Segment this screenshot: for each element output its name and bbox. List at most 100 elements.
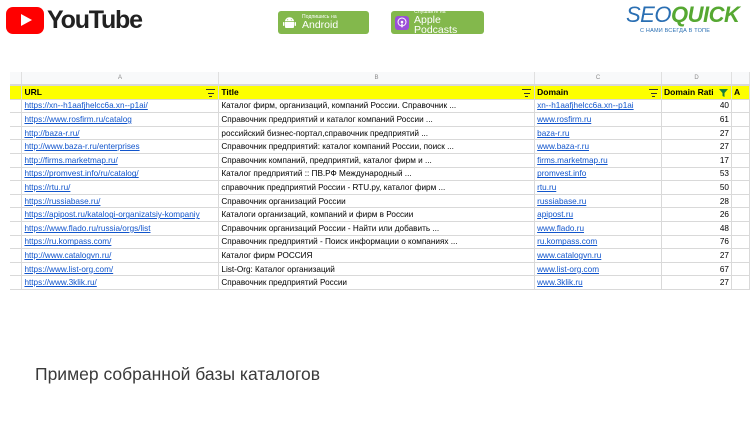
filter-icon[interactable] [522, 89, 532, 97]
column-letter-a[interactable]: A [22, 72, 219, 84]
url-link[interactable]: http://www.baza-r.ru/enterprises [21, 139, 220, 154]
domain-rating-cell[interactable]: 40 [661, 98, 732, 114]
table-row: https://promvest.info/ru/catalog/Каталог… [10, 166, 750, 182]
extra-cell[interactable] [730, 152, 750, 168]
column-letter-d[interactable]: D [662, 72, 732, 84]
title-cell[interactable]: Каталог фирм РОССИЯ [218, 248, 536, 263]
header-next-column[interactable]: A [730, 85, 750, 100]
url-link[interactable]: https://www.3klik.ru/ [21, 275, 220, 290]
title-cell[interactable]: Справочник предприятий и каталог компани… [218, 112, 536, 127]
header-domain-rating[interactable]: Domain Rati [661, 85, 732, 100]
domain-rating-cell[interactable]: 50 [661, 180, 732, 195]
url-link[interactable]: https://russiabase.ru/ [21, 193, 220, 209]
title-cell[interactable]: Каталог фирм, организаций, компаний Росс… [218, 98, 536, 114]
domain-link[interactable]: ru.kompass.com [534, 234, 663, 250]
domain-link[interactable]: xn--h1aafjhelcc6a.xn--p1ai [534, 98, 663, 114]
extra-cell[interactable] [730, 261, 750, 277]
seoquick-logo-part1: SEO [626, 2, 671, 27]
extra-cell[interactable] [730, 193, 750, 209]
domain-rating-cell[interactable]: 28 [661, 193, 732, 209]
catalog-table: URL Title Domain Domain Rati A https://x… [10, 85, 750, 290]
table-body: https://xn--h1aafjhelcc6a.xn--p1ai/Катал… [10, 98, 750, 290]
url-link[interactable]: https://www.flado.ru/russia/orgs/list [21, 220, 220, 236]
domain-link[interactable]: www.catalogvn.ru [534, 248, 663, 263]
title-cell[interactable]: List-Org: Каталог организаций [218, 261, 536, 277]
extra-cell[interactable] [730, 180, 750, 195]
title-cell[interactable]: справочник предприятий России - RTU.ру, … [218, 180, 536, 195]
header-url[interactable]: URL [21, 85, 220, 100]
header-title-label: Title [221, 87, 239, 98]
title-cell[interactable]: Справочник предприятий - Поиск информаци… [218, 234, 536, 250]
filter-active-icon[interactable] [718, 89, 728, 97]
domain-link[interactable]: www.3klik.ru [534, 275, 663, 290]
youtube-logo[interactable]: YouTube [6, 6, 143, 35]
header-domain-rating-label: Domain Rati [664, 87, 714, 98]
seoquick-logo[interactable]: SEOQUICK С НАМИ ВСЕГДА В ТОПЕ [626, 2, 746, 35]
url-link[interactable]: https://www.rosfirm.ru/catalog [21, 112, 220, 127]
table-row: http://www.catalogvn.ru/Каталог фирм РОС… [10, 248, 750, 263]
title-cell[interactable]: Справочник организаций России - Найти ил… [218, 220, 536, 236]
url-link[interactable]: https://rtu.ru/ [21, 180, 220, 195]
extra-cell[interactable] [730, 98, 750, 114]
table-header-row: URL Title Domain Domain Rati A [10, 85, 750, 100]
domain-link[interactable]: www.baza-r.ru [534, 139, 663, 154]
domain-rating-cell[interactable]: 17 [661, 152, 732, 168]
domain-link[interactable]: rtu.ru [534, 180, 663, 195]
column-letter-e[interactable] [732, 72, 750, 84]
url-link[interactable]: https://ru.kompass.com/ [21, 234, 220, 250]
domain-link[interactable]: www.rosfirm.ru [534, 112, 663, 127]
header-title[interactable]: Title [218, 85, 536, 100]
url-link[interactable]: http://firms.marketmap.ru/ [21, 152, 220, 168]
filter-icon[interactable] [649, 89, 659, 97]
domain-link[interactable]: russiabase.ru [534, 193, 663, 209]
domain-link[interactable]: www.list-org.com [534, 261, 663, 277]
table-row: https://russiabase.ru/Справочник организ… [10, 193, 750, 209]
extra-cell[interactable] [730, 248, 750, 263]
title-cell[interactable]: Справочник предприятий России [218, 275, 536, 290]
extra-cell[interactable] [730, 125, 750, 141]
apple-podcasts-badge[interactable]: Слушайте на Apple Podcasts [391, 9, 484, 35]
domain-rating-cell[interactable]: 67 [661, 261, 732, 277]
domain-link[interactable]: www.flado.ru [534, 220, 663, 236]
column-letter-b[interactable]: B [219, 72, 535, 84]
extra-cell[interactable] [730, 112, 750, 127]
extra-cell[interactable] [730, 220, 750, 236]
url-link[interactable]: https://promvest.info/ru/catalog/ [21, 166, 220, 182]
title-cell[interactable]: Справочник предприятий: каталог компаний… [218, 139, 536, 154]
header-domain[interactable]: Domain [534, 85, 663, 100]
domain-link[interactable]: firms.marketmap.ru [534, 152, 663, 168]
domain-rating-cell[interactable]: 27 [661, 275, 732, 290]
url-link[interactable]: https://www.list-org.com/ [21, 261, 220, 277]
title-cell[interactable]: Каталог предприятий :: ПВ.РФ Международн… [218, 166, 536, 182]
url-link[interactable]: https://apipost.ru/katalogi-organizatsiy… [21, 207, 220, 222]
domain-rating-cell[interactable]: 27 [661, 139, 732, 154]
domain-link[interactable]: promvest.info [534, 166, 663, 182]
title-cell[interactable]: Справочник организаций России [218, 193, 536, 209]
url-link[interactable]: http://www.catalogvn.ru/ [21, 248, 220, 263]
row-number-cell [10, 98, 23, 114]
title-cell[interactable]: Справочник компаний, предприятий, катало… [218, 152, 536, 168]
url-link[interactable]: http://baza-r.ru/ [21, 125, 220, 141]
title-cell[interactable]: Каталоги организаций, компаний и фирм в … [218, 207, 536, 222]
title-cell[interactable]: российский бизнес-портал,справочник пред… [218, 125, 536, 141]
domain-rating-cell[interactable]: 27 [661, 248, 732, 263]
filter-icon[interactable] [206, 89, 216, 97]
domain-rating-cell[interactable]: 26 [661, 207, 732, 222]
extra-cell[interactable] [730, 234, 750, 250]
domain-rating-cell[interactable]: 61 [661, 112, 732, 127]
android-badge[interactable]: Подпишись на Android [278, 11, 369, 34]
domain-rating-cell[interactable]: 53 [661, 166, 732, 182]
seoquick-tagline: С НАМИ ВСЕГДА В ТОПЕ [640, 28, 711, 34]
extra-cell[interactable] [730, 275, 750, 290]
domain-rating-cell[interactable]: 76 [661, 234, 732, 250]
domain-rating-cell[interactable]: 48 [661, 220, 732, 236]
domain-rating-cell[interactable]: 27 [661, 125, 732, 141]
url-link[interactable]: https://xn--h1aafjhelcc6a.xn--p1ai/ [21, 98, 220, 114]
extra-cell[interactable] [730, 139, 750, 154]
column-letter-c[interactable]: C [535, 72, 662, 84]
extra-cell[interactable] [730, 166, 750, 182]
domain-link[interactable]: baza-r.ru [534, 125, 663, 141]
extra-cell[interactable] [730, 207, 750, 222]
domain-link[interactable]: apipost.ru [534, 207, 663, 222]
row-number-cell [10, 193, 23, 209]
